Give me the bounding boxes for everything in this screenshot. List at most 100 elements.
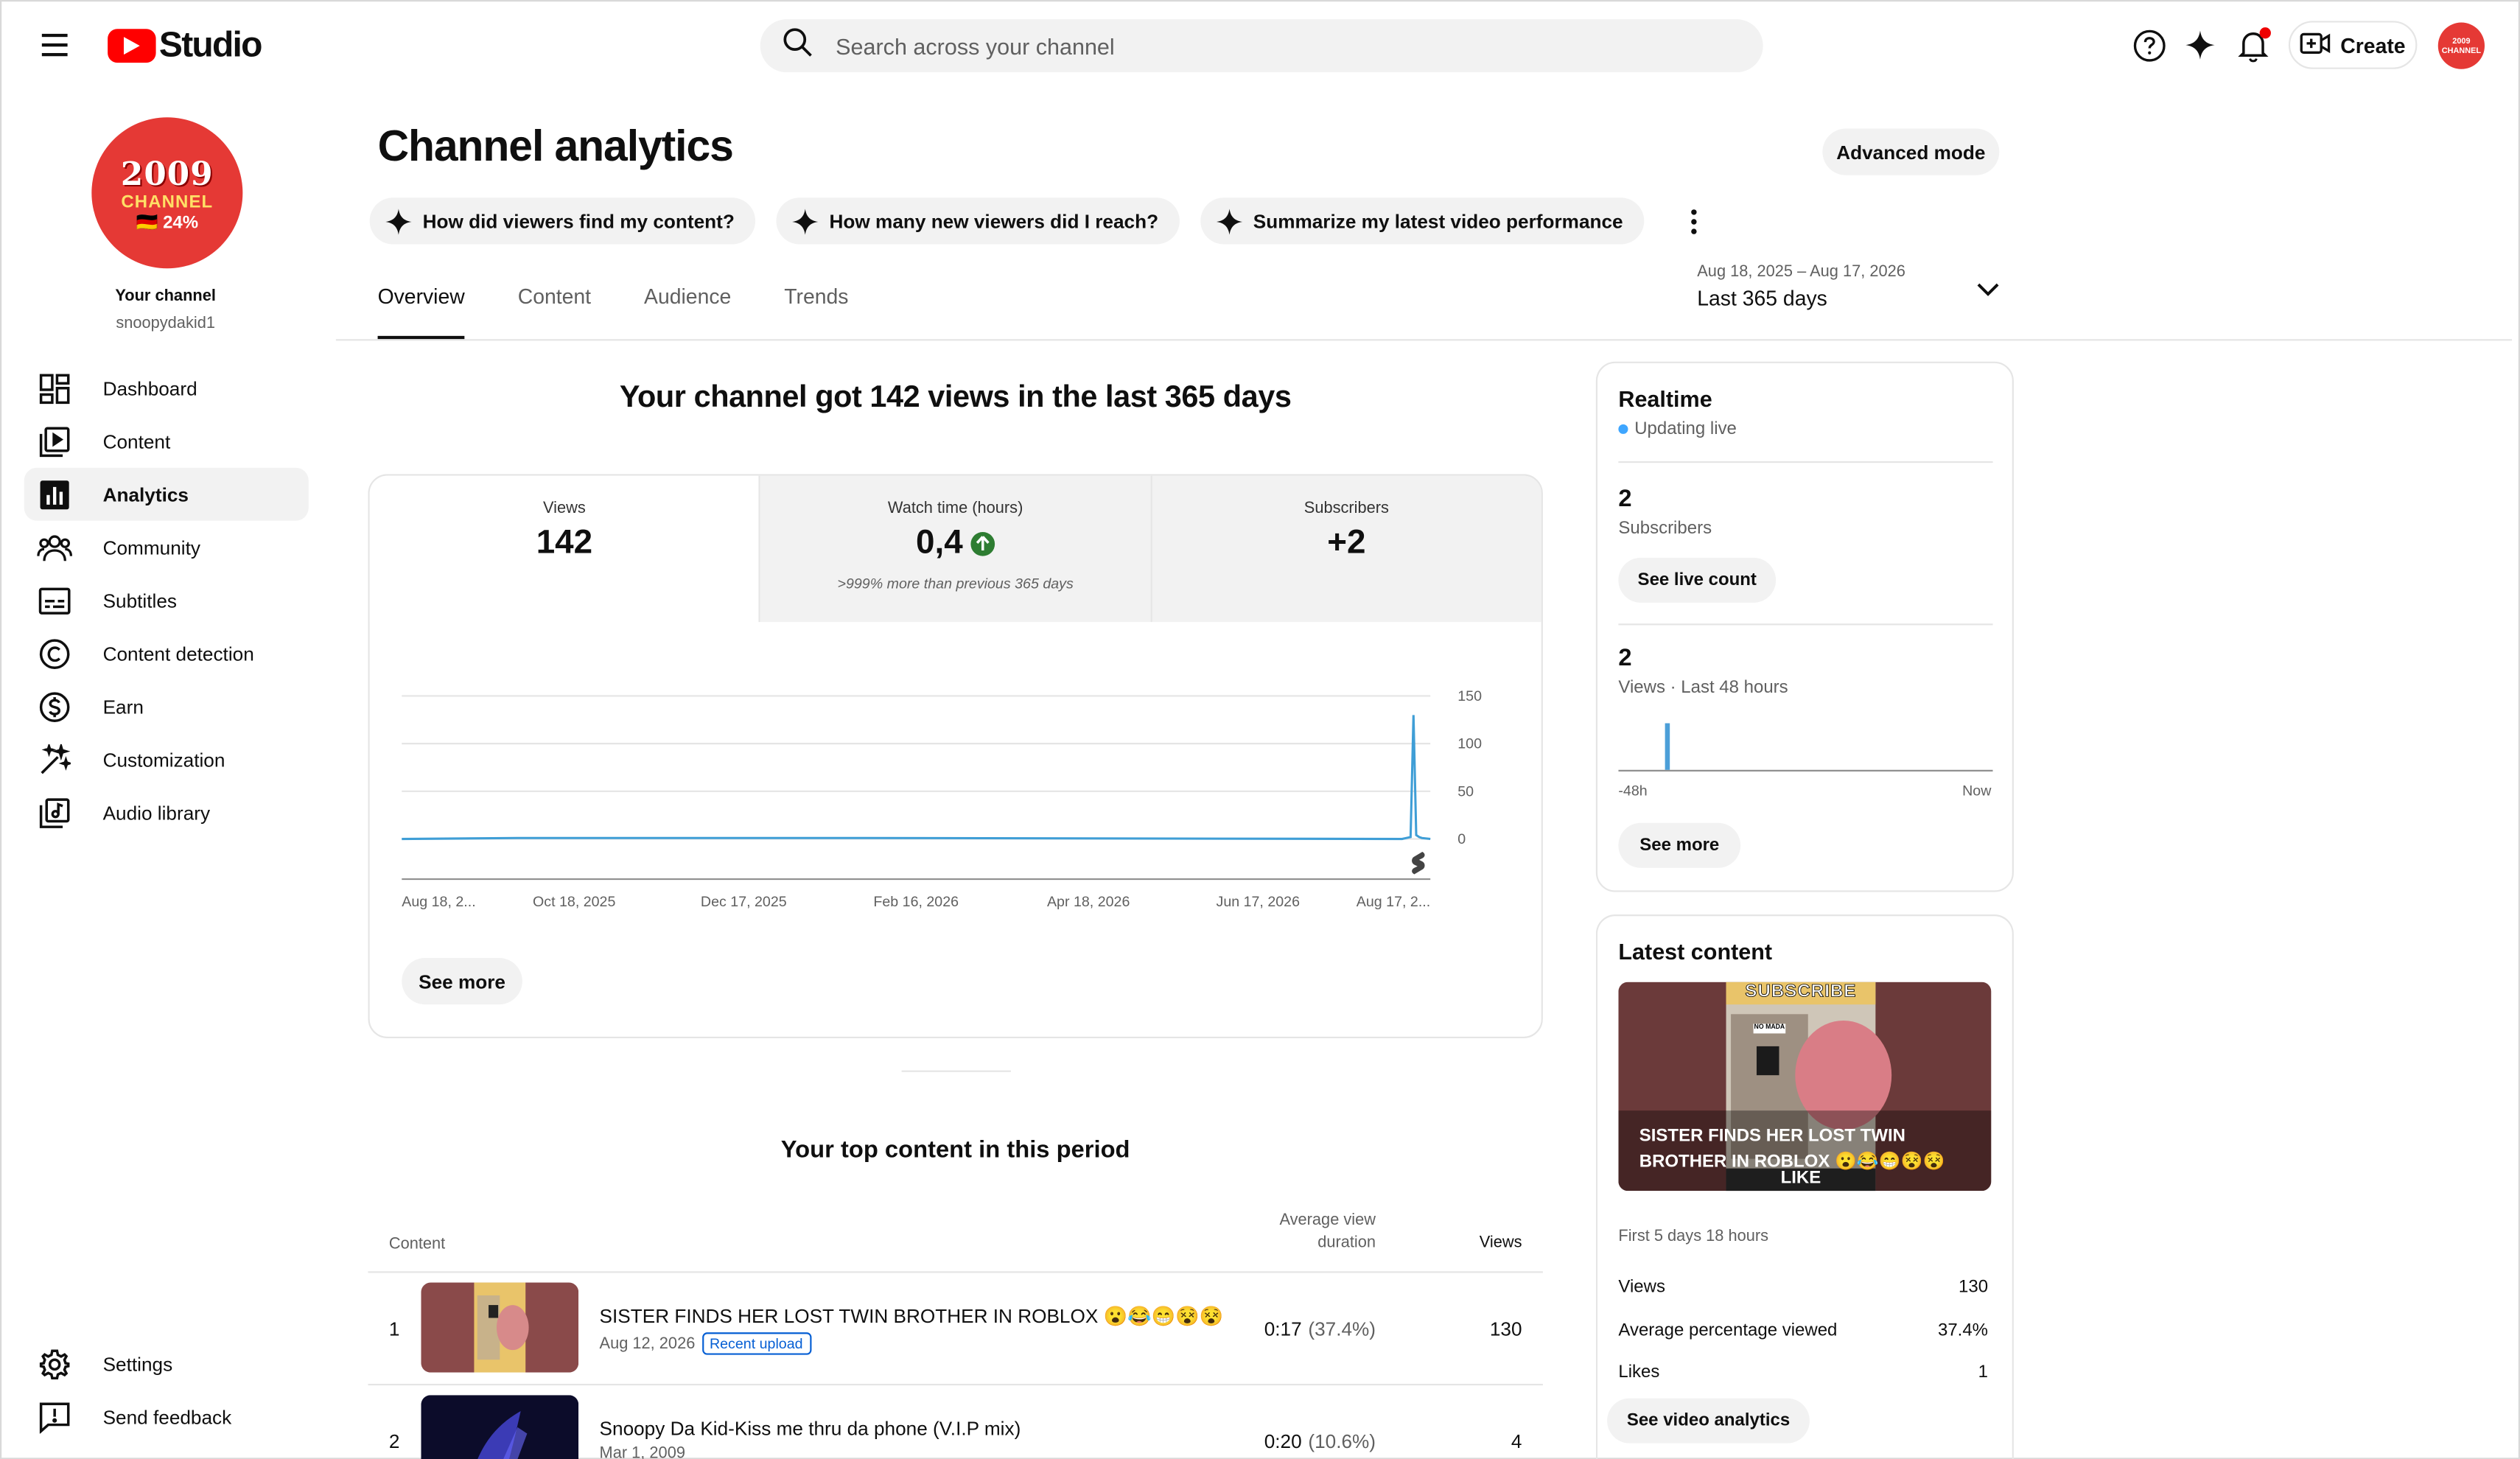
sidebar-item-audio-library[interactable]: Audio library	[24, 786, 309, 839]
see-video-analytics-button[interactable]: See video analytics	[1607, 1398, 1810, 1444]
account-avatar[interactable]: 2009 CHANNEL	[2437, 22, 2485, 69]
metric-value-wrap: +2	[1152, 524, 1541, 562]
latest-period: First 5 days 18 hours	[1618, 1228, 1769, 1246]
video-meta: Mar 1, 2009	[600, 1445, 685, 1459]
sidebar-item-dashboard[interactable]: Dashboard	[24, 362, 309, 415]
video-add-icon	[2300, 32, 2331, 59]
realtime-see-more-button[interactable]: See more	[1618, 822, 1741, 868]
studio-logo[interactable]: Studio	[108, 24, 262, 66]
sidebar-item-send-feedback[interactable]: Send feedback	[24, 1390, 309, 1444]
sidebar-item-earn[interactable]: Earn	[24, 680, 309, 733]
video-title[interactable]: SISTER FINDS HER LOST TWIN BROTHER IN RO…	[600, 1305, 1224, 1328]
metric-label: Subscribers	[1303, 500, 1389, 518]
channel-avatar[interactable]: 2009 CHANNEL 🇩🇪 24%	[91, 117, 243, 269]
help-icon[interactable]	[2129, 26, 2168, 64]
sparkle-icon[interactable]	[2181, 26, 2219, 64]
trend-up-icon	[970, 531, 995, 556]
overview-card: Views 142 Watch time (hours) 0,4 >999% m…	[368, 474, 1543, 1039]
sidebar-item-content[interactable]: Content	[24, 415, 309, 468]
x-tick-label: Aug 18, 2...	[402, 894, 475, 910]
metric-subscribers[interactable]: Subscribers +2	[1152, 475, 1541, 623]
realtime-title: Realtime	[1618, 385, 1712, 412]
account-avatar-text: 2009 CHANNEL	[2441, 36, 2482, 56]
create-button[interactable]: Create	[2288, 21, 2418, 69]
see-live-count-button[interactable]: See live count	[1618, 557, 1777, 603]
realtime-card: Realtime Updating live 2 Subscribers See…	[1595, 361, 2014, 892]
sidebar-item-analytics[interactable]: Analytics	[24, 467, 309, 521]
divider	[1618, 623, 1993, 626]
sidebar-item-label: Analytics	[102, 483, 189, 505]
video-meta: Aug 12, 2026 Recent upload	[600, 1332, 811, 1355]
chip-find-content[interactable]: How did viewers find my content?	[369, 197, 756, 245]
copyright-icon	[37, 636, 72, 671]
stat-label: Average percentage viewed	[1618, 1320, 1838, 1341]
chevron-down-icon	[1977, 276, 2000, 305]
chip-label: Summarize my latest video performance	[1253, 209, 1623, 233]
sidebar-item-label: Community	[102, 536, 200, 559]
row-views: 130	[1489, 1318, 1522, 1341]
stat-label: Likes	[1618, 1362, 1660, 1382]
overview-headline: Your channel got 142 views in the last 3…	[619, 380, 1292, 415]
your-channel-label: Your channel	[115, 287, 216, 306]
metric-note: >999% more than previous 365 days	[837, 575, 1074, 592]
x-tick-label: Aug 17, 2...	[1357, 894, 1430, 910]
y-tick-label: 50	[1457, 783, 1474, 800]
tab-overview[interactable]: Overview	[377, 284, 466, 340]
metric-value-wrap: 0,4	[760, 524, 1150, 562]
sidebar-item-label: Customization	[102, 748, 225, 771]
metric-views[interactable]: Views 142	[369, 475, 761, 623]
dashboard-icon	[37, 371, 72, 406]
x-tick-label: Jun 17, 2026	[1217, 894, 1301, 910]
hamburger-menu-icon[interactable]	[35, 24, 77, 66]
metric-value: 142	[536, 524, 593, 561]
search-bar[interactable]	[760, 19, 1763, 73]
search-input[interactable]	[836, 32, 1704, 59]
channel-badge-word: CHANNEL	[121, 192, 214, 211]
subtitles-icon	[37, 583, 72, 618]
stat-value: 37.4%	[1937, 1320, 1989, 1341]
latest-video-thumbnail[interactable]: SUBSCRIBE NO MADA LIKE SISTER FINDS HER …	[1618, 982, 1992, 1192]
search-icon	[783, 27, 813, 65]
stat-avg-percentage: Average percentage viewed 37.4%	[1618, 1321, 1988, 1340]
column-header-avd-line2: duration	[1317, 1234, 1376, 1253]
sidebar-item-settings[interactable]: Settings	[24, 1337, 309, 1390]
advanced-mode-button[interactable]: Advanced mode	[1822, 128, 2000, 175]
chip-summarize[interactable]: Summarize my latest video performance	[1200, 197, 1644, 245]
row-views: 4	[1511, 1430, 1522, 1453]
row-rank: 1	[388, 1318, 400, 1341]
tab-trends[interactable]: Trends	[784, 284, 848, 339]
sidebar-item-community[interactable]: Community	[24, 521, 309, 574]
realtime-axis-end: Now	[1962, 783, 1992, 800]
metric-watch-time[interactable]: Watch time (hours) 0,4 >999% more than p…	[760, 475, 1152, 623]
sidebar-item-subtitles[interactable]: Subtitles	[24, 574, 309, 627]
column-header-avd-line1: Average view	[1279, 1211, 1376, 1230]
video-thumbnail[interactable]	[421, 1282, 579, 1373]
metric-label: Views	[543, 500, 586, 518]
date-range-picker[interactable]: Aug 18, 2025 – Aug 17, 2026 Last 365 day…	[1697, 264, 1999, 310]
stat-value: 130	[1959, 1277, 1989, 1298]
date-range-dates: Aug 18, 2025 – Aug 17, 2026	[1697, 263, 1905, 281]
chip-new-viewers[interactable]: How many new viewers did I reach?	[776, 197, 1180, 245]
audio-library-icon	[37, 795, 72, 830]
more-options-icon[interactable]	[1678, 202, 1710, 240]
sidebar-item-customization[interactable]: Customization	[24, 733, 309, 786]
row-rank: 2	[388, 1430, 400, 1453]
duration-value: 0:20	[1264, 1430, 1302, 1453]
video-thumbnail[interactable]	[421, 1395, 579, 1459]
realtime-axis-start: -48h	[1618, 783, 1648, 800]
video-title[interactable]: Snoopy Da Kid-Kiss me thru da phone (V.I…	[600, 1418, 1021, 1441]
see-more-button[interactable]: See more	[402, 957, 522, 1005]
sidebar-item-content-detection[interactable]: Content detection	[24, 627, 309, 680]
sidebar-item-label: Send feedback	[102, 1405, 232, 1428]
table-row[interactable]: 1 SISTER FINDS HER LOST TWIN BROTHER IN …	[368, 1273, 1543, 1386]
tab-content[interactable]: Content	[518, 284, 591, 339]
stat-label: Views	[1618, 1277, 1665, 1298]
gear-icon	[37, 1346, 72, 1382]
chip-label: How did viewers find my content?	[422, 209, 735, 233]
studio-window: Studio Create 2009 CHANNEL	[0, 0, 2520, 1459]
table-row[interactable]: 2 Snoopy Da Kid-Kiss me thru da phone (V…	[368, 1385, 1542, 1459]
tab-audience[interactable]: Audience	[644, 284, 731, 339]
realtime-views-value: 2	[1618, 644, 1632, 672]
duration-percent: (10.6%)	[1308, 1430, 1376, 1453]
notifications-icon[interactable]	[2234, 26, 2272, 64]
